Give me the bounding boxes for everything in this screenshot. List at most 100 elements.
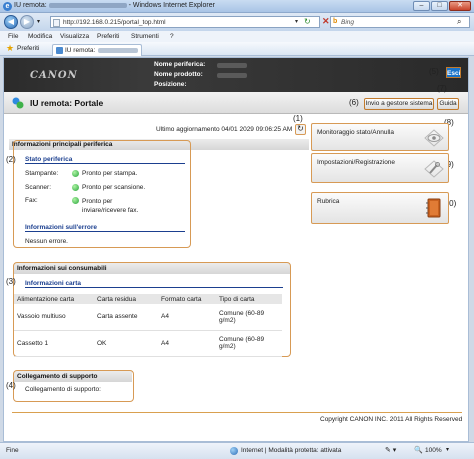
zoom-icon[interactable]: 🔍 (414, 446, 423, 454)
monitor-status-label: Monitoraggio stato/Annulla (317, 129, 394, 136)
table-cell: Comune (60-89 g/m2) (216, 304, 282, 331)
back-button[interactable]: ◀ (4, 15, 18, 29)
eye-icon (424, 129, 444, 147)
url-field[interactable]: http://192.168.0.215/portal_top.html ▾ ↻ (50, 16, 320, 28)
menu-help[interactable]: ? (170, 33, 174, 40)
callout-1: (1) (293, 114, 303, 123)
table-cell: A4 (158, 304, 216, 331)
tab-page-icon (56, 47, 63, 54)
menu-file[interactable]: File (8, 33, 18, 40)
window-title-suffix: - Windows Internet Explorer (126, 2, 215, 9)
url-dropdown-icon[interactable]: ▾ (295, 18, 298, 25)
window-titlebar: e IU remota: - Windows Internet Explorer… (0, 0, 474, 13)
column-header: Tipo di carta (216, 294, 282, 304)
device-name-label: Nome periferica: (154, 61, 206, 68)
callout-4: (4) (6, 381, 16, 390)
table-cell: Carta assente (94, 304, 158, 331)
fax-status-text: Pronto per inviare/ricevere fax. (82, 198, 139, 214)
send-to-admin-button[interactable]: Invio a gestore sistema (364, 98, 434, 110)
refresh-status-button[interactable]: ↻ (295, 124, 306, 135)
fax-status-icon (72, 197, 79, 204)
table-cell: Comune (60-89 g/m2) (216, 330, 282, 357)
remote-ui-logo-icon (12, 97, 24, 109)
column-header: Alimentazione carta (14, 294, 94, 304)
address-book-icon (426, 198, 441, 218)
settings-registration-label: Impostazioni/Registrazione (317, 159, 396, 166)
tab-label: IU remota: (65, 47, 96, 54)
refresh-icon: ↻ (297, 124, 304, 133)
callout-6: (6) (349, 98, 359, 107)
error-info-value: Nessun errore. (25, 238, 68, 245)
window-title: IU remota: - Windows Internet Explorer (14, 2, 215, 9)
security-zone-text: Internet | Modalità protetta: attivata (241, 447, 342, 454)
status-bar: Fine Internet | Modalità protetta: attiv… (0, 442, 474, 459)
status-text: Fine (6, 447, 19, 454)
zoom-dropdown-icon[interactable]: ▾ (446, 446, 449, 453)
guide-button[interactable]: Guida (437, 98, 459, 110)
search-icon[interactable]: ⌕ (457, 17, 461, 27)
address-book-label: Rubrica (317, 198, 340, 205)
remote-ui-header: CANON Nome periferica: Nome prodotto: Po… (4, 58, 468, 92)
close-window-button[interactable]: ✕ (449, 1, 471, 11)
scanner-status-icon (72, 184, 79, 191)
monitor-status-button[interactable]: Monitoraggio stato/Annulla (311, 123, 449, 151)
table-cell: OK (94, 330, 158, 357)
support-link-label: Collegamento di supporto: (25, 386, 101, 393)
ie-logo-icon: e (3, 2, 12, 11)
paper-table: Alimentazione carta Carta residua Format… (14, 294, 282, 357)
callout-3: (3) (6, 277, 16, 286)
device-name-value (217, 63, 247, 68)
logout-button[interactable]: Esci (446, 67, 461, 78)
settings-wrench-icon (424, 160, 444, 178)
callout-2: (2) (6, 155, 16, 164)
settings-registration-button[interactable]: Impostazioni/Registrazione (311, 153, 449, 183)
brand-logo: CANON (30, 70, 78, 81)
portal-title-strip: IU remota: Portale (6) Invio a gestore s… (4, 92, 468, 114)
last-update-text: Ultimo aggiornamento 04/01 2029 09:06:25… (156, 126, 293, 133)
menu-strumenti[interactable]: Strumenti (131, 33, 159, 40)
menu-modifica[interactable]: Modifica (28, 33, 52, 40)
printer-status-icon (72, 170, 79, 177)
table-row: Vassoio multiuso Carta assente A4 Comune… (14, 304, 282, 331)
menu-bar: File Modifica Visualizza Preferiti Strum… (0, 31, 474, 42)
refresh-icon[interactable]: ↻ (304, 17, 311, 26)
maximize-button[interactable]: □ (431, 1, 448, 11)
table-cell: Cassetto 1 (14, 330, 94, 357)
column-header: Carta residua (94, 294, 158, 304)
url-text: http://192.168.0.215/portal_top.html (63, 19, 166, 26)
scanner-label: Scanner: (25, 184, 52, 191)
window-title-blurred (48, 2, 127, 8)
table-row: Cassetto 1 OK A4 Comune (60-89 g/m2) (14, 330, 282, 357)
address-book-button[interactable]: Rubrica (311, 192, 449, 224)
history-dropdown-icon[interactable]: ▾ (37, 18, 40, 25)
copyright-text: Copyright CANON INC. 2011 All Rights Res… (320, 416, 463, 423)
location-label: Posizione: (154, 81, 187, 88)
menu-preferiti[interactable]: Preferiti (97, 33, 119, 40)
column-header: Formato carta (158, 294, 216, 304)
page-content: CANON Nome periferica: Nome prodotto: Po… (3, 57, 469, 442)
bing-icon: b (333, 18, 338, 25)
search-field[interactable]: b Bing ⌕ (330, 16, 470, 28)
window-title-text: IU remota: (14, 2, 49, 9)
zoom-level[interactable]: 100% (425, 447, 442, 454)
printer-label: Stampante: (25, 170, 59, 177)
tab-iu-remota[interactable]: IU remota: (52, 44, 142, 56)
error-info-title: Informazioni sull'errore (25, 224, 185, 232)
page-title: IU remota: Portale (30, 98, 104, 108)
device-status-title: Stato periferica (25, 156, 185, 164)
favorites-star-icon: ★ (6, 43, 15, 53)
product-name-label: Nome prodotto: (154, 71, 203, 78)
favorites-bar: ★ Preferiti IU remota: (0, 42, 474, 56)
forward-button[interactable]: ▶ (20, 15, 34, 29)
tab-label-blurred (98, 48, 138, 53)
internet-zone-icon (230, 447, 238, 455)
stop-icon[interactable]: ✕ (322, 16, 330, 27)
favorites-button[interactable]: Preferiti (17, 45, 39, 52)
protected-mode-icon[interactable]: ✎ ▾ (385, 446, 396, 454)
paper-info-title: Informazioni carta (25, 280, 283, 288)
minimize-button[interactable]: – (413, 1, 430, 11)
menu-visualizza[interactable]: Visualizza (60, 33, 89, 40)
address-bar: ◀ ▶ ▾ http://192.168.0.215/portal_top.ht… (0, 13, 474, 31)
callout-7: (7) (437, 84, 447, 93)
printer-status-text: Pronto per stampa. (82, 170, 138, 177)
